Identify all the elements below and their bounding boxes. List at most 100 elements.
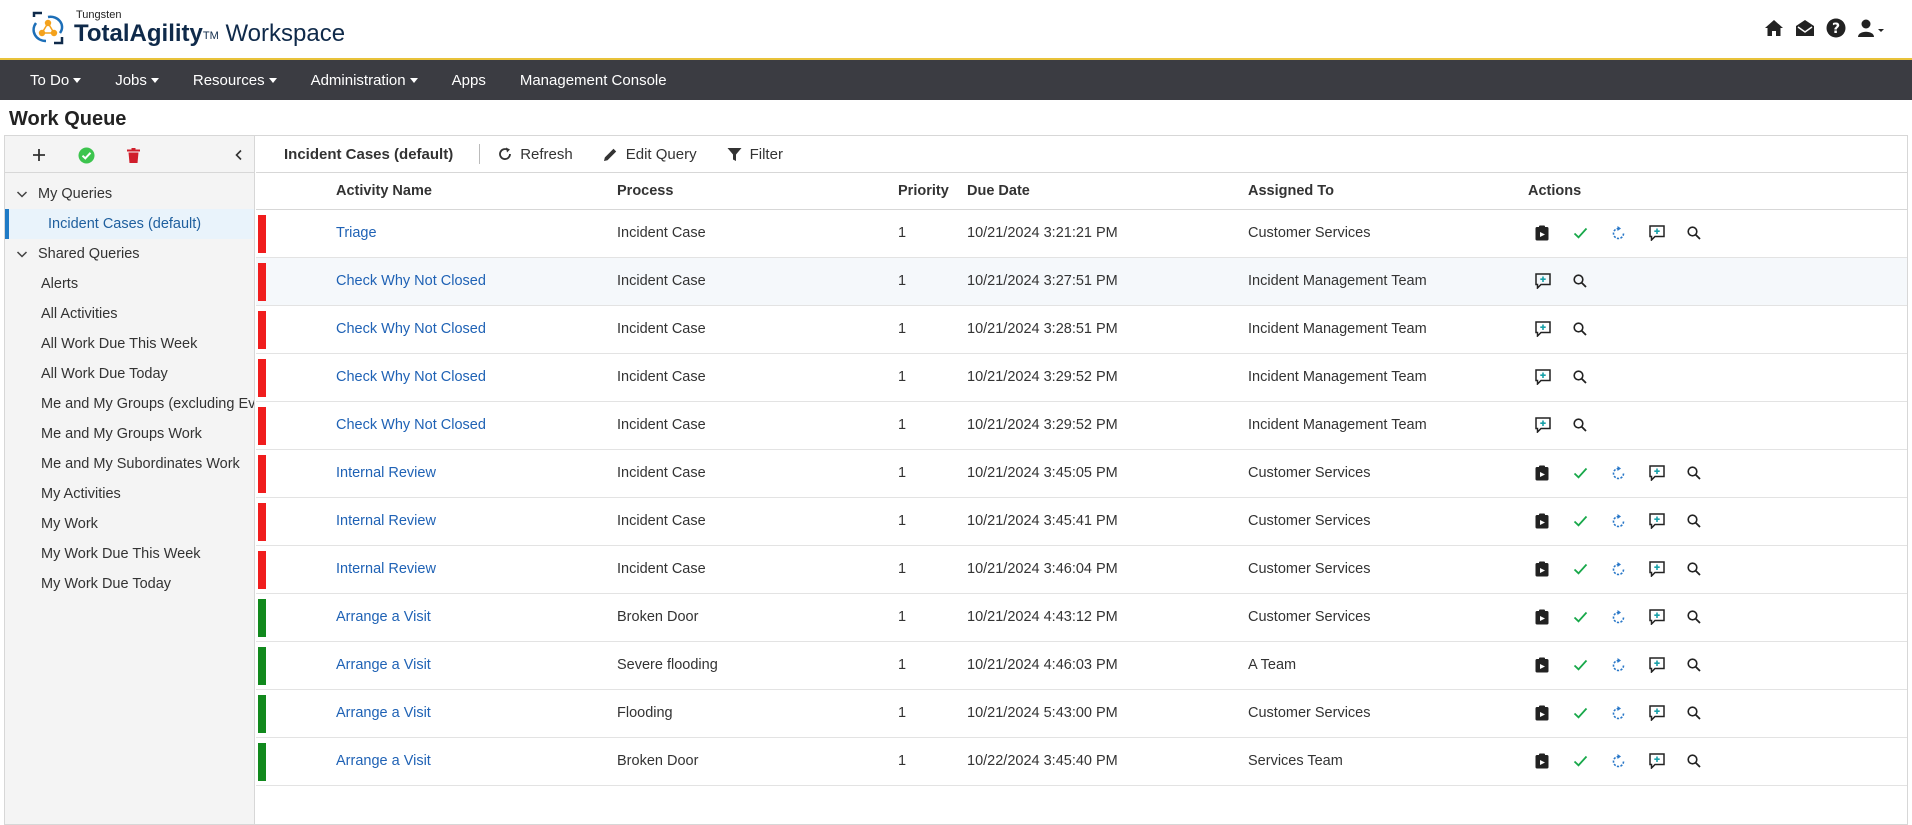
add-note-icon[interactable]: [1642, 222, 1680, 244]
search-icon[interactable]: [1566, 318, 1604, 340]
query-item[interactable]: Incident Cases (default): [5, 209, 254, 239]
add-note-icon[interactable]: [1642, 558, 1680, 580]
activity-link[interactable]: Internal Review: [336, 513, 436, 529]
clipboard-icon[interactable]: [1528, 222, 1566, 244]
query-item[interactable]: My Work: [5, 509, 254, 539]
clipboard-icon[interactable]: [1528, 510, 1566, 532]
add-note-icon[interactable]: [1528, 414, 1566, 436]
nav-item-administration[interactable]: Administration: [311, 72, 418, 89]
refresh-button[interactable]: Refresh: [498, 146, 573, 163]
check-icon[interactable]: [1566, 510, 1604, 532]
check-icon[interactable]: [1566, 750, 1604, 772]
priority-column-header[interactable]: Priority: [898, 173, 967, 209]
nav-item-management-console[interactable]: Management Console: [520, 72, 667, 89]
table-row[interactable]: Internal Review Incident Case 1 10/21/2024 …: [256, 449, 1907, 497]
search-icon[interactable]: [1680, 510, 1718, 532]
add-note-icon[interactable]: [1642, 510, 1680, 532]
nav-item-to-do[interactable]: To Do: [30, 72, 82, 89]
table-row[interactable]: Check Why Not Closed Incident Case 1 10/21/…: [256, 401, 1907, 449]
home-icon[interactable]: [1763, 17, 1785, 39]
activity-link[interactable]: Internal Review: [336, 561, 436, 577]
nav-item-apps[interactable]: Apps: [452, 72, 486, 89]
search-icon[interactable]: [1566, 366, 1604, 388]
add-note-icon[interactable]: [1642, 654, 1680, 676]
query-item[interactable]: Me and My Subordinates Work: [5, 449, 254, 479]
table-row[interactable]: Check Why Not Closed Incident Case 1 10/21/…: [256, 305, 1907, 353]
activity-link[interactable]: Check Why Not Closed: [336, 321, 486, 337]
check-icon[interactable]: [1566, 702, 1604, 724]
add-note-icon[interactable]: [1642, 702, 1680, 724]
check-icon[interactable]: [1566, 462, 1604, 484]
query-item[interactable]: My Activities: [5, 479, 254, 509]
search-icon[interactable]: [1680, 462, 1718, 484]
reassign-icon[interactable]: [1604, 510, 1642, 532]
table-row[interactable]: Arrange a Visit Broken Door 1 10/22/2024 3:…: [256, 737, 1907, 785]
reassign-icon[interactable]: [1604, 558, 1642, 580]
tree-group-my-queries[interactable]: My Queries: [5, 179, 254, 209]
activity-link[interactable]: Arrange a Visit: [336, 753, 431, 769]
app-logo[interactable]: Tungsten TotalAgilityTM Workspace: [28, 9, 345, 49]
activity-link[interactable]: Arrange a Visit: [336, 609, 431, 625]
search-icon[interactable]: [1566, 414, 1604, 436]
reassign-icon[interactable]: [1604, 606, 1642, 628]
table-row[interactable]: Check Why Not Closed Incident Case 1 10/21/…: [256, 353, 1907, 401]
reassign-icon[interactable]: [1604, 702, 1642, 724]
nav-item-jobs[interactable]: Jobs: [115, 72, 159, 89]
clipboard-icon[interactable]: [1528, 702, 1566, 724]
query-item[interactable]: My Work Due This Week: [5, 539, 254, 569]
clipboard-icon[interactable]: [1528, 462, 1566, 484]
table-row[interactable]: Internal Review Incident Case 1 10/21/2024 …: [256, 545, 1907, 593]
search-icon[interactable]: [1680, 654, 1718, 676]
add-note-icon[interactable]: [1642, 750, 1680, 772]
search-icon[interactable]: [1680, 222, 1718, 244]
query-item[interactable]: All Activities: [5, 299, 254, 329]
add-note-icon[interactable]: [1642, 606, 1680, 628]
add-note-icon[interactable]: [1528, 318, 1566, 340]
activity-link[interactable]: Check Why Not Closed: [336, 369, 486, 385]
activity-link[interactable]: Internal Review: [336, 465, 436, 481]
nav-item-resources[interactable]: Resources: [193, 72, 277, 89]
due-date-column-header[interactable]: Due Date: [967, 173, 1248, 209]
check-icon[interactable]: [1566, 606, 1604, 628]
table-row[interactable]: Triage Incident Case 1 10/21/2024 3:21:21 P…: [256, 209, 1907, 257]
search-icon[interactable]: [1566, 270, 1604, 292]
table-row[interactable]: Arrange a Visit Broken Door 1 10/21/2024 4:…: [256, 593, 1907, 641]
help-icon[interactable]: ?: [1825, 17, 1847, 39]
query-item[interactable]: All Work Due This Week: [5, 329, 254, 359]
clipboard-icon[interactable]: [1528, 654, 1566, 676]
table-row[interactable]: Arrange a Visit Severe flooding 1 10/21/202…: [256, 641, 1907, 689]
add-note-icon[interactable]: [1642, 462, 1680, 484]
activity-link[interactable]: Arrange a Visit: [336, 705, 431, 721]
query-item[interactable]: My Work Due Today: [5, 569, 254, 599]
clipboard-icon[interactable]: [1528, 750, 1566, 772]
set-default-button[interactable]: [76, 145, 96, 165]
reassign-icon[interactable]: [1604, 750, 1642, 772]
table-row[interactable]: Check Why Not Closed Incident Case 1 10/21/…: [256, 257, 1907, 305]
search-icon[interactable]: [1680, 750, 1718, 772]
process-column-header[interactable]: Process: [617, 173, 898, 209]
clipboard-icon[interactable]: [1528, 606, 1566, 628]
activity-link[interactable]: Check Why Not Closed: [336, 417, 486, 433]
add-note-icon[interactable]: [1528, 270, 1566, 292]
user-menu-icon[interactable]: [1856, 17, 1886, 39]
delete-query-button[interactable]: [123, 145, 143, 165]
reassign-icon[interactable]: [1604, 222, 1642, 244]
assigned-column-header[interactable]: Assigned To: [1248, 173, 1528, 209]
query-item[interactable]: All Work Due Today: [5, 359, 254, 389]
activity-link[interactable]: Arrange a Visit: [336, 657, 431, 673]
check-icon[interactable]: [1566, 558, 1604, 580]
search-icon[interactable]: [1680, 702, 1718, 724]
add-note-icon[interactable]: [1528, 366, 1566, 388]
reassign-icon[interactable]: [1604, 462, 1642, 484]
mail-icon[interactable]: [1794, 17, 1816, 39]
table-row[interactable]: Arrange a Visit Flooding 1 10/21/2024 5:43:…: [256, 689, 1907, 737]
activity-link[interactable]: Check Why Not Closed: [336, 273, 486, 289]
add-query-button[interactable]: [29, 145, 49, 165]
filter-button[interactable]: Filter: [727, 146, 783, 163]
activity-column-header[interactable]: Activity Name: [336, 173, 617, 209]
reassign-icon[interactable]: [1604, 654, 1642, 676]
table-row[interactable]: Internal Review Incident Case 1 10/21/2024 …: [256, 497, 1907, 545]
query-item[interactable]: Me and My Groups Work: [5, 419, 254, 449]
activity-link[interactable]: Triage: [336, 225, 377, 241]
query-item[interactable]: Alerts: [5, 269, 254, 299]
